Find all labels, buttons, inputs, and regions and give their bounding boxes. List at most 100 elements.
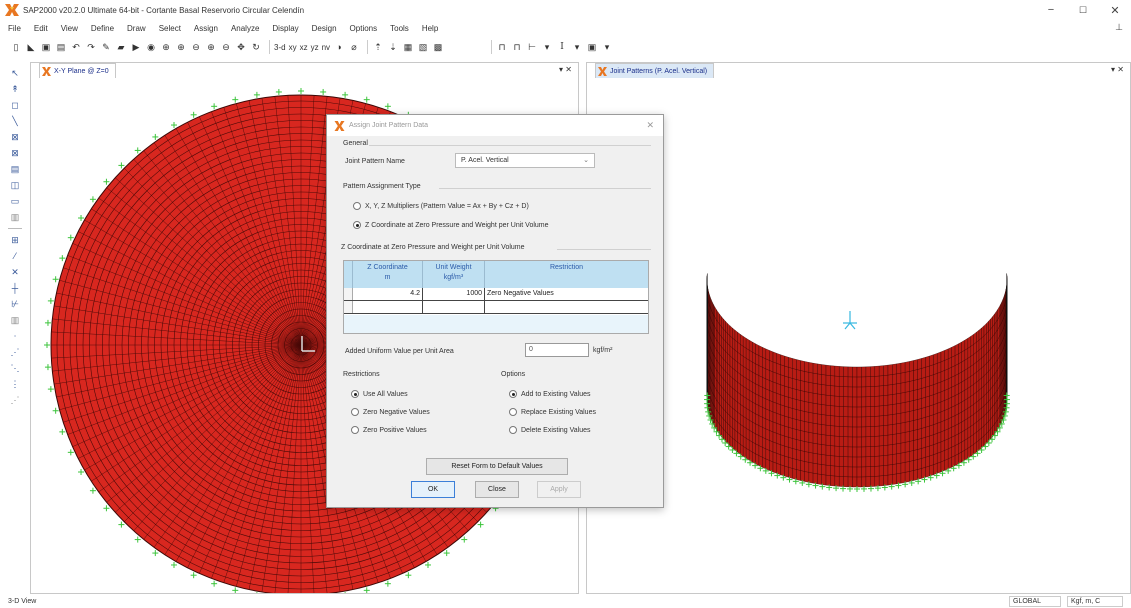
right-panel-controls[interactable]: ▾ ✕ <box>1111 65 1124 74</box>
radio-xyz[interactable] <box>353 202 361 210</box>
draw-link-icon[interactable]: ⁄ <box>8 249 22 263</box>
draw-area-icon[interactable]: ◫ <box>8 178 22 192</box>
maximize-button[interactable]: ☐ <box>1067 0 1099 20</box>
zoom-out-icon[interactable]: ⊖ <box>190 41 202 53</box>
grid-header-restriction[interactable]: Restriction <box>485 261 648 288</box>
menu-analyze[interactable]: Analyze <box>231 24 259 33</box>
rotate-icon[interactable]: ↻ <box>250 41 262 53</box>
zoom-full-icon[interactable]: ⊕ <box>205 41 217 53</box>
object-shrink-icon[interactable]: ▦ <box>402 41 414 53</box>
left-panel-controls[interactable]: ▾ ✕ <box>559 65 572 74</box>
new-file-icon[interactable]: ▯ <box>10 41 22 53</box>
reset-form-button[interactable]: Reset Form to Default Values <box>426 458 568 475</box>
menu-help[interactable]: Help <box>422 24 438 33</box>
reshape-icon[interactable]: ↟ <box>8 82 22 96</box>
zoom-window-icon[interactable]: ⊕ <box>160 41 172 53</box>
lock-icon[interactable]: ▰ <box>115 41 127 53</box>
down-one-level-icon[interactable]: ⇣ <box>387 41 399 53</box>
units-select[interactable]: Kgf, m, C <box>1067 595 1123 607</box>
save-icon[interactable]: ▣ <box>40 41 52 53</box>
open-file-icon[interactable]: ◣ <box>25 41 37 53</box>
joint-pattern-name-select[interactable]: P. Acel. Vertical ⌄ <box>455 153 595 168</box>
close-button[interactable]: ✕ <box>1099 0 1131 20</box>
edit-pencil-icon[interactable]: ✎ <box>100 41 112 53</box>
select-by-icon[interactable]: ⋮ <box>8 377 22 391</box>
run-analysis-icon[interactable]: ▶ <box>130 41 142 53</box>
grid-header-unit-weight[interactable]: Unit Weight kgf/m³ <box>423 261 485 288</box>
draw-special-joint-icon[interactable]: ▥ <box>8 313 22 327</box>
print-icon[interactable]: ▤ <box>55 41 67 53</box>
draw-rect-area-icon[interactable]: ▭ <box>8 194 22 208</box>
apply-button[interactable]: Apply <box>537 481 581 498</box>
ok-button[interactable]: OK <box>411 481 455 498</box>
radio-replace-existing[interactable] <box>509 408 517 416</box>
option-add-existing[interactable]: Add to Existing Values <box>509 390 591 398</box>
draw-section-cut-icon[interactable]: ┼ <box>8 281 22 295</box>
view-xz-button[interactable]: xz <box>300 43 308 52</box>
radio-zero-positive[interactable] <box>351 426 359 434</box>
display-dropdown-icon[interactable]: ▾ <box>601 41 613 53</box>
option-xyz-multipliers[interactable]: X, Y, Z Multipliers (Pattern Value = Ax … <box>353 202 529 210</box>
table-row[interactable] <box>344 301 648 314</box>
joint-patterns-canvas[interactable] <box>587 79 1130 593</box>
show-undeformed-icon[interactable]: ⌀ <box>348 41 360 53</box>
radio-delete-existing[interactable] <box>509 426 517 434</box>
area-section-icon[interactable]: ▾ <box>541 41 553 53</box>
draw-dimension-icon[interactable]: ⊬ <box>8 297 22 311</box>
undo-icon[interactable]: ↶ <box>70 41 82 53</box>
view-nv-button[interactable]: nv <box>322 43 330 52</box>
coord-system-select[interactable]: GLOBAL <box>1009 595 1061 607</box>
more-tools-icon[interactable]: ▩ <box>432 41 444 53</box>
menu-display[interactable]: Display <box>272 24 298 33</box>
zoom-previous-icon[interactable]: ⊖ <box>220 41 232 53</box>
added-uniform-input[interactable]: 0 <box>525 343 589 357</box>
section-i-icon[interactable]: I <box>556 41 568 53</box>
zoom-in-icon[interactable]: ⊕ <box>175 41 187 53</box>
pan-icon[interactable]: ✥ <box>235 41 247 53</box>
perspective-icon[interactable]: ◑ <box>333 41 345 53</box>
view-yz-button[interactable]: yz <box>311 43 319 52</box>
radio-zcoord[interactable] <box>353 221 361 229</box>
snap-icon[interactable]: ⋰ <box>8 393 22 407</box>
menu-design[interactable]: Design <box>312 24 337 33</box>
run-now-icon[interactable]: ◉ <box>145 41 157 53</box>
frame-release-icon[interactable]: ⊓ <box>511 41 523 53</box>
option-z-coordinate[interactable]: Z Coordinate at Zero Pressure and Weight… <box>353 221 549 229</box>
menu-select[interactable]: Select <box>159 24 181 33</box>
draw-secondary-beam-icon[interactable]: ▤ <box>8 162 22 176</box>
cell-zcoord[interactable] <box>353 301 423 313</box>
cell-restriction[interactable]: Zero Negative Values <box>485 288 648 300</box>
cell-zcoord[interactable]: 4.2 <box>353 288 423 300</box>
select-previous-icon[interactable]: ⋰ <box>8 345 22 359</box>
xy-plane-tab[interactable]: X-Y Plane @ Z=0 <box>39 63 116 78</box>
material-dropdown-icon[interactable]: ▾ <box>571 41 583 53</box>
draw-frame-icon[interactable]: ╲ <box>8 114 22 128</box>
restriction-use-all[interactable]: Use All Values <box>351 390 408 398</box>
menu-options[interactable]: Options <box>350 24 378 33</box>
draw-solid-icon[interactable]: ⊞ <box>8 233 22 247</box>
restriction-zero-positive[interactable]: Zero Positive Values <box>351 426 427 434</box>
radio-add-existing[interactable] <box>509 390 517 398</box>
frame-section-icon[interactable]: ⊓ <box>496 41 508 53</box>
cell-restriction[interactable] <box>485 301 648 313</box>
joint-patterns-tab[interactable]: Joint Patterns (P. Acel. Vertical) <box>595 63 715 78</box>
menu-tools[interactable]: Tools <box>390 24 409 33</box>
menu-edit[interactable]: Edit <box>34 24 48 33</box>
draw-brace-icon[interactable]: ⊠ <box>8 146 22 160</box>
redo-icon[interactable]: ↷ <box>85 41 97 53</box>
radio-zero-negative[interactable] <box>351 408 359 416</box>
table-row[interactable]: 4.2 1000 Zero Negative Values <box>344 288 648 301</box>
quick-draw-area-icon[interactable]: ▥ <box>8 210 22 224</box>
close-dialog-button[interactable]: Close <box>475 481 519 498</box>
option-delete-existing[interactable]: Delete Existing Values <box>509 426 591 434</box>
up-one-level-icon[interactable]: ⇡ <box>372 41 384 53</box>
frame-local-axes-icon[interactable]: ⊢ <box>526 41 538 53</box>
option-replace-existing[interactable]: Replace Existing Values <box>509 408 596 416</box>
radio-use-all[interactable] <box>351 390 359 398</box>
zcoord-grid[interactable]: Z Coordinate m Unit Weight kgf/m³ Restri… <box>343 260 649 334</box>
menu-view[interactable]: View <box>61 24 78 33</box>
menu-file[interactable]: File <box>8 24 21 33</box>
quick-draw-frame-icon[interactable]: ⊠ <box>8 130 22 144</box>
cell-unit-weight[interactable] <box>423 301 485 313</box>
draw-tendon-icon[interactable]: ✕ <box>8 265 22 279</box>
